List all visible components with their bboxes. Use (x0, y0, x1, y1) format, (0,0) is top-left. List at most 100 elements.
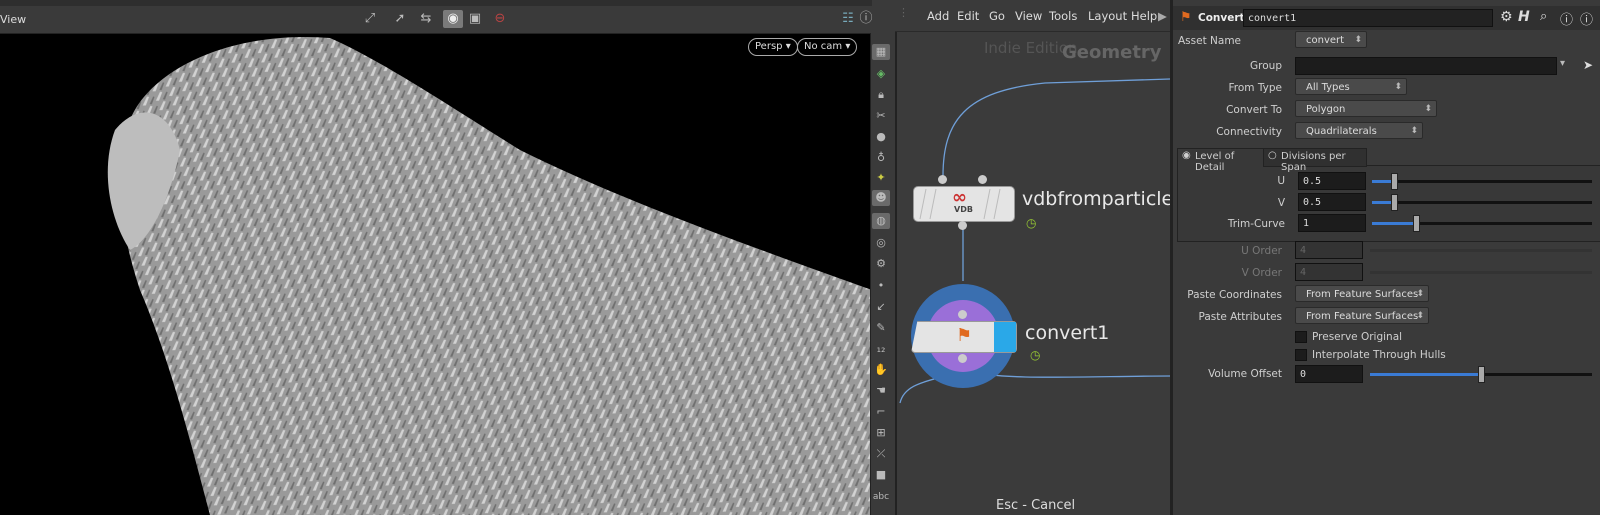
input-connector[interactable] (938, 175, 947, 184)
transform-icon[interactable]: ⇆ (416, 10, 436, 28)
u-slider-track[interactable] (1372, 180, 1592, 183)
u-field[interactable]: 0.5 (1298, 172, 1366, 190)
bone-icon[interactable]: ⤫ (872, 446, 890, 462)
record-icon[interactable]: ⊖ (490, 10, 510, 28)
camera-view-icon[interactable]: ☻ (872, 190, 890, 206)
volume-offset-slider-thumb[interactable] (1478, 366, 1485, 383)
sculpt-icon[interactable]: ☚ (872, 383, 890, 399)
convert-to-dropdown[interactable]: Polygon ⬍ (1295, 100, 1437, 117)
paste-attrs-dropdown[interactable]: From Feature Surfaces ⬍ (1295, 307, 1429, 324)
number-icon[interactable]: ₁₂ (872, 341, 890, 357)
ruler-icon[interactable]: ⌐ (872, 404, 890, 420)
menu-view[interactable]: View (1015, 9, 1042, 23)
ghost-icon[interactable]: ✂ (872, 108, 890, 124)
v-slider-track[interactable] (1372, 201, 1592, 204)
render-icon[interactable]: ◍ (872, 213, 890, 229)
node-name-field[interactable]: convert1 (1243, 9, 1493, 27)
group-dropdown-icon[interactable]: ▾ (1560, 58, 1565, 69)
output-connector[interactable] (958, 354, 967, 363)
trim-curve-slider-fill (1372, 222, 1416, 225)
node-vdbfromparticle[interactable]: ∞ VDB (913, 186, 1015, 222)
gear-icon[interactable]: ⚙ (1500, 9, 1513, 25)
hip-icon[interactable]: H (1518, 9, 1530, 25)
updown-icon: ⬍ (1354, 35, 1362, 45)
node-label-convert1: convert1 (1025, 322, 1110, 344)
display-mode-icon[interactable]: ◉ (443, 10, 463, 28)
u-label: U (1277, 175, 1285, 187)
menu-help[interactable]: Help (1131, 9, 1157, 23)
stop-icon[interactable]: ■ (872, 467, 890, 483)
radio-selected-icon: ◉ (1182, 150, 1191, 161)
shaded-icon[interactable]: ◈ (872, 66, 890, 82)
lock-icon[interactable]: 🔒︎ (872, 87, 890, 103)
asset-name-dropdown[interactable]: convert ⬍ (1295, 31, 1367, 48)
preserve-original-checkbox[interactable] (1295, 331, 1307, 343)
group-label: Group (1250, 60, 1282, 72)
volume-offset-field[interactable]: 0 (1295, 365, 1363, 383)
tab-level-of-detail[interactable]: ◉ Level of Detail (1177, 148, 1264, 173)
menu-edit[interactable]: Edit (957, 9, 979, 23)
bulb-icon[interactable]: ✦ (872, 170, 890, 186)
v-slider-thumb[interactable] (1391, 194, 1398, 211)
tab-divisions-per-span[interactable]: ○ Divisions per Span (1263, 148, 1367, 173)
convert-to-label: Convert To (1226, 104, 1282, 116)
brush-icon[interactable]: ↙ (872, 299, 890, 315)
wireframe-icon[interactable]: ▦ (872, 44, 890, 60)
select-arrow-icon[interactable]: ➤ (1583, 58, 1593, 72)
viewport-side-toolbar (870, 33, 893, 515)
search-icon[interactable]: ⌕ (1540, 9, 1547, 24)
input-connector[interactable] (978, 175, 987, 184)
persp-label: Persp (755, 41, 783, 52)
node-label-vdbfromparticle: vdbfromparticle (1022, 188, 1174, 210)
output-connector[interactable] (958, 221, 967, 230)
interp-hulls-checkbox[interactable] (1295, 349, 1307, 361)
volume-offset-label: Volume Offset (1208, 368, 1282, 380)
input-connector[interactable] (958, 310, 967, 319)
v-order-slider-track (1370, 271, 1592, 274)
group-field[interactable] (1295, 57, 1557, 75)
light-icon[interactable]: ♁ (872, 150, 890, 166)
menu-layout[interactable]: Layout (1088, 9, 1127, 23)
node-clock-icon: ◷ (1030, 348, 1041, 362)
radio-unselected-icon: ○ (1268, 150, 1277, 161)
from-type-dropdown[interactable]: All Types ⬍ (1295, 78, 1407, 95)
viewport-scene[interactable] (0, 0, 872, 515)
info-icon[interactable]: ⓘ (1560, 9, 1573, 28)
from-type-value: All Types (1306, 82, 1350, 93)
select-icon[interactable]: ➚ (390, 10, 410, 28)
chevron-down-icon: ▾ (785, 41, 791, 52)
paste-coords-label: Paste Coordinates (1187, 289, 1282, 301)
help-icon[interactable]: ⓘ (856, 10, 876, 28)
connectivity-dropdown[interactable]: Quadrilaterals ⬍ (1295, 122, 1423, 139)
tab-divisions-per-span-label: Divisions per Span (1281, 151, 1346, 173)
node-clock-icon: ◷ (1026, 216, 1037, 230)
handle-icon[interactable]: ⚙ (872, 256, 890, 272)
snap-icon[interactable]: ◎ (872, 235, 890, 251)
sphere-icon[interactable]: ● (872, 129, 890, 145)
menu-go[interactable]: Go (989, 9, 1005, 23)
pen-icon[interactable]: ✎ (872, 320, 890, 336)
u-slider-thumb[interactable] (1391, 173, 1398, 190)
node-display-flag[interactable] (994, 322, 1016, 352)
camera-icon[interactable]: ▣ (465, 10, 485, 28)
persp-menu[interactable]: Persp ▾ (748, 38, 798, 56)
trim-curve-slider-thumb[interactable] (1413, 215, 1420, 232)
select-pose-icon[interactable]: ⤢ (360, 10, 380, 28)
menu-add[interactable]: Add (927, 9, 949, 23)
layout-icon[interactable]: ☷ (838, 10, 858, 28)
point-icon[interactable]: • (872, 278, 890, 294)
paint-icon[interactable]: ✋ (872, 362, 890, 378)
menu-more-icon[interactable]: ▶ (1158, 9, 1167, 23)
menu-tools[interactable]: Tools (1049, 9, 1077, 23)
node-convert1[interactable]: ⚑ (911, 321, 1017, 353)
trim-curve-label: Trim-Curve (1227, 218, 1285, 230)
camera-menu[interactable]: No cam ▾ (797, 38, 858, 56)
grid-icon[interactable]: ⊞ (872, 425, 890, 441)
help-icon[interactable]: ⓘ (1580, 9, 1593, 28)
trim-curve-field[interactable]: 1 (1298, 214, 1366, 232)
connectivity-label: Connectivity (1216, 126, 1282, 138)
volume-offset-slider-fill (1370, 373, 1481, 376)
v-field[interactable]: 0.5 (1298, 193, 1366, 211)
paste-coords-dropdown[interactable]: From Feature Surfaces ⬍ (1295, 285, 1429, 302)
chevron-down-icon: ▾ (845, 41, 851, 52)
